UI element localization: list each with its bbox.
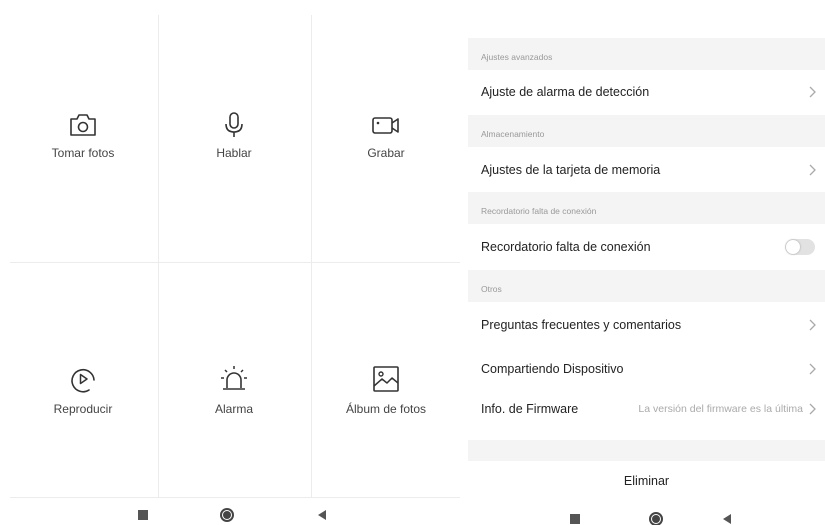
row-label: Compartiendo Dispositivo xyxy=(481,362,624,376)
camera-controls-panel: Tomar fotos Hablar Grabar Reproducir Ala… xyxy=(0,0,462,525)
system-nav-bar xyxy=(570,512,731,525)
alarm-label: Alarma xyxy=(214,402,253,416)
grid-divider xyxy=(158,15,159,497)
home-button[interactable] xyxy=(649,512,663,525)
grid-divider xyxy=(10,497,460,498)
faq-feedback-row[interactable]: Preguntas frecuentes y comentarios xyxy=(468,305,825,345)
chevron-right-icon xyxy=(809,319,816,331)
alarm-button[interactable]: Alarma xyxy=(159,364,309,416)
back-button[interactable] xyxy=(723,514,731,524)
section-header-label: Recordatorio falta de conexión xyxy=(481,206,597,216)
row-label: Ajuste de alarma de detección xyxy=(481,85,650,99)
video-camera-icon xyxy=(372,117,399,134)
back-button[interactable] xyxy=(318,510,326,520)
firmware-status-value: La versión del firmware es la última xyxy=(638,403,803,415)
section-header-other: Otros xyxy=(468,270,825,302)
row-label: Preguntas frecuentes y comentarios xyxy=(481,318,682,332)
chevron-right-icon xyxy=(809,86,816,98)
recent-apps-button[interactable] xyxy=(138,510,148,520)
alarm-siren-icon xyxy=(221,366,247,390)
section-header-label: Otros xyxy=(481,284,502,294)
section-spacer xyxy=(468,440,825,461)
record-label: Grabar xyxy=(367,146,405,160)
section-header-advanced: Ajustes avanzados xyxy=(468,38,825,70)
photo-album-label: Álbum de fotos xyxy=(345,402,427,416)
device-sharing-row[interactable]: Compartiendo Dispositivo xyxy=(468,349,825,389)
section-header-label: Almacenamiento xyxy=(481,129,545,139)
talk-label: Hablar xyxy=(216,146,252,160)
row-label: Ajustes de la tarjeta de memoria xyxy=(481,163,661,177)
playback-button[interactable]: Reproducir xyxy=(8,364,158,416)
firmware-info-row[interactable]: Info. de Firmware La versión del firmwar… xyxy=(468,389,825,429)
take-photo-label: Tomar fotos xyxy=(51,146,115,160)
take-photo-button[interactable]: Tomar fotos xyxy=(8,112,158,160)
device-settings-panel: Ajustes avanzados Ajuste de alarma de de… xyxy=(468,0,825,525)
talk-button[interactable]: Hablar xyxy=(159,112,309,160)
microphone-icon xyxy=(225,112,243,137)
memory-card-settings-row[interactable]: Ajustes de la tarjeta de memoria xyxy=(468,150,825,190)
detection-alarm-settings-row[interactable]: Ajuste de alarma de detección xyxy=(468,72,825,112)
chevron-right-icon xyxy=(809,363,816,375)
photo-album-icon xyxy=(373,366,399,392)
toggle-knob xyxy=(786,240,800,254)
offline-reminder-row: Recordatorio falta de conexión xyxy=(468,227,825,267)
recent-apps-button[interactable] xyxy=(570,514,580,524)
row-label: Info. de Firmware xyxy=(481,402,579,416)
record-button[interactable]: Grabar xyxy=(311,112,461,160)
photo-album-button[interactable]: Álbum de fotos xyxy=(311,364,461,416)
section-header-storage: Almacenamiento xyxy=(468,115,825,147)
offline-reminder-toggle[interactable] xyxy=(785,239,815,255)
delete-device-button[interactable]: Eliminar xyxy=(468,461,825,501)
system-nav-bar xyxy=(138,508,326,522)
grid-divider xyxy=(311,15,312,497)
playback-label: Reproducir xyxy=(53,402,113,416)
section-header-offline-reminder: Recordatorio falta de conexión xyxy=(468,192,825,224)
chevron-right-icon xyxy=(809,403,816,415)
playback-icon xyxy=(71,368,95,393)
grid-divider xyxy=(10,262,460,263)
section-header-label: Ajustes avanzados xyxy=(481,52,553,62)
row-label: Recordatorio falta de conexión xyxy=(481,240,651,254)
camera-icon xyxy=(70,114,96,136)
chevron-right-icon xyxy=(809,164,816,176)
home-button[interactable] xyxy=(220,508,234,522)
delete-label: Eliminar xyxy=(623,474,670,488)
